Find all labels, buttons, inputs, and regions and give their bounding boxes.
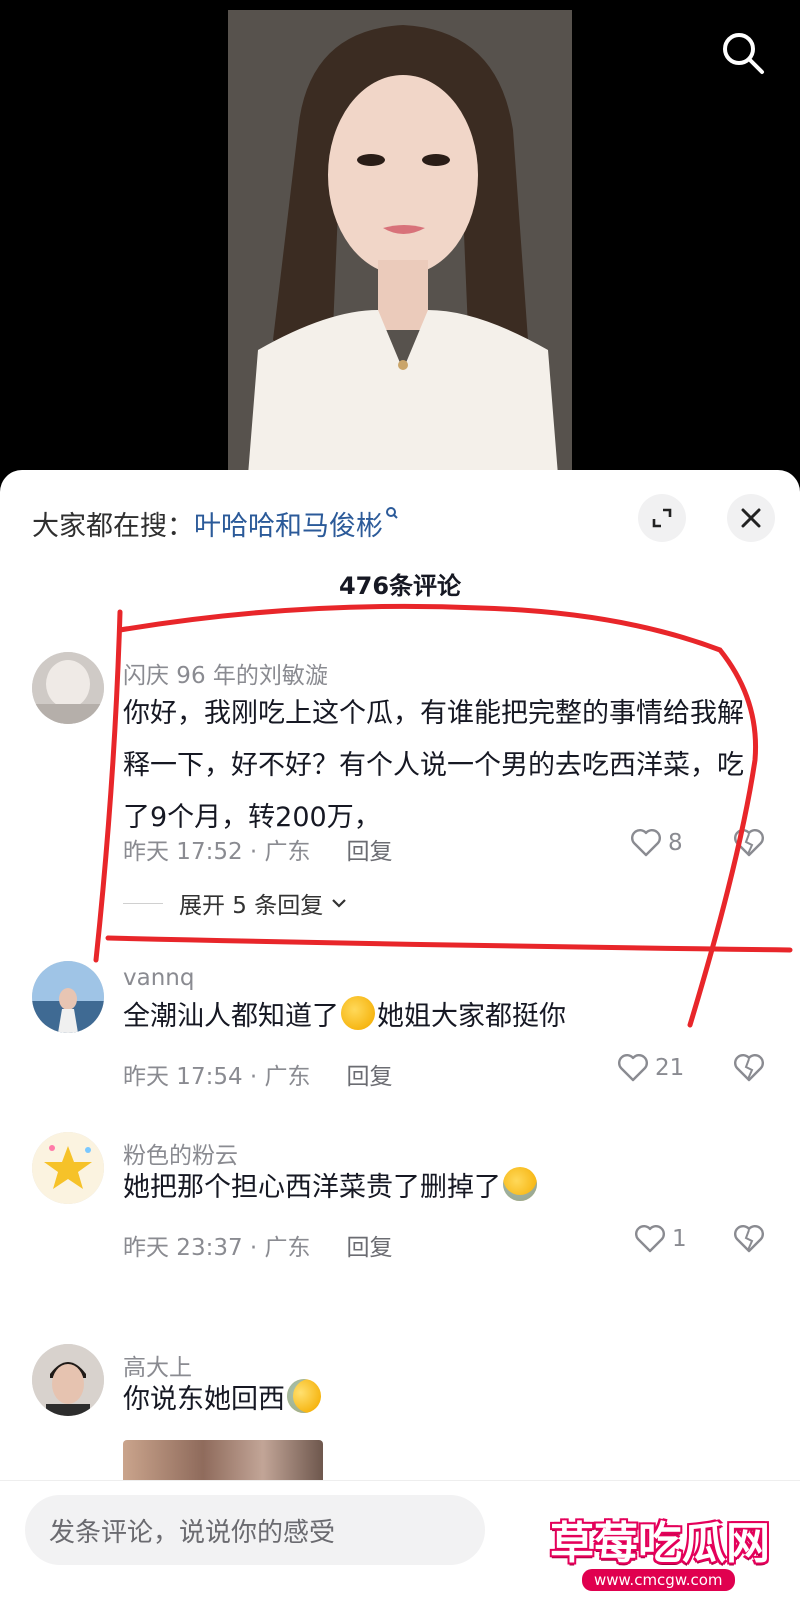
avatar[interactable] [32,961,104,1033]
comment-input-placeholder: 发条评论，说说你的感受 [49,1517,336,1548]
dislike-button[interactable] [733,1224,765,1258]
expand-divider [123,902,163,904]
video-player[interactable] [0,0,800,480]
search-icon [723,33,764,74]
comment-count: 476条评论 [338,572,462,600]
comment-text-part: 全潮汕人都知道了 [123,1001,339,1032]
reply-button[interactable]: 回复 [347,839,393,865]
heart-icon [618,1054,648,1082]
avatar[interactable] [32,1132,104,1204]
hot-search-icon [386,507,398,519]
watermark-title: 草莓吃瓜网 [550,1518,770,1569]
comment-text: 全潮汕人都知道了 她姐大家都挺你 [123,991,763,1043]
reply-button[interactable]: 回复 [347,1235,393,1261]
reply-button[interactable]: 回复 [347,1064,393,1090]
watermark-logo: 草莓吃瓜网 www.cmcgw.com [520,1495,790,1605]
like-count: 1 [672,1226,687,1252]
avatar-image [32,961,104,1033]
chevron-down-icon [332,899,347,908]
like-button[interactable]: 8 [630,828,683,858]
comment-meta: 昨天 17:52 · 广东 回复 [123,832,393,866]
sheet-header: 大家都在搜：叶哈哈和马俊彬 [0,470,800,550]
avatar[interactable] [32,652,104,724]
close-button[interactable] [727,494,775,542]
expand-replies-button[interactable]: 展开 5 条回复 [123,886,349,920]
like-button[interactable]: 21 [617,1053,684,1083]
like-count: 21 [655,1055,685,1081]
hot-search-term[interactable]: 叶哈哈和马俊彬 [194,511,383,542]
search-button[interactable] [718,28,768,78]
hot-search-label: 大家都在搜： [32,511,194,542]
comment-time: 昨天 17:54 · 广东 [123,1064,311,1090]
expand-icon [652,508,672,528]
comment-text-part: 她把那个担心西洋菜贵了删掉了 [123,1172,501,1203]
video-portrait-image [228,10,572,475]
comment-username[interactable]: vannq [123,965,194,991]
avatar-image [32,652,104,724]
comment-time: 昨天 17:52 · 广东 [123,839,311,865]
expand-replies-label: 展开 5 条回复 [179,893,324,919]
heart-icon [631,829,661,857]
comment-text: 你说东她回西 [123,1374,763,1426]
like-button[interactable]: 1 [634,1224,687,1254]
video-frame [228,10,572,475]
expand-button[interactable] [638,494,686,542]
broken-heart-icon [734,829,764,857]
close-icon [741,508,761,528]
avatar[interactable] [32,1344,104,1416]
dislike-button[interactable] [733,1053,765,1087]
comment-sheet: 大家都在搜：叶哈哈和马俊彬 476条评论 闪庆 96 年的刘敏漩 你好，我刚吃上… [0,470,800,1615]
hot-search-bar[interactable]: 大家都在搜：叶哈哈和马俊彬 [32,504,399,543]
broken-heart-icon [734,1225,764,1253]
comment-text: 你好，我刚吃上这个瓜，有谁能把完整的事情给我解释一下，好不好？有个人说一个男的去… [123,698,744,833]
thinking-emoji-icon [341,996,375,1030]
crying-emoji-icon [287,1379,321,1413]
comment-text: 她把那个担心西洋菜贵了删掉了 [123,1162,763,1214]
comment-text-part: 你说东她回西 [123,1384,285,1415]
comment-meta: 昨天 23:37 · 广东 回复 [123,1228,393,1262]
comment-text-part: 她姐大家都挺你 [377,1001,566,1032]
avatar-image [32,1132,104,1204]
laughing-tears-emoji-icon [503,1167,537,1201]
heart-icon [635,1225,665,1253]
avatar-image [32,1344,104,1416]
comment-meta: 昨天 17:54 · 广东 回复 [123,1057,393,1091]
comment-input[interactable]: 发条评论，说说你的感受 [25,1495,485,1565]
broken-heart-icon [734,1054,764,1082]
comment-username[interactable]: 闪庆 96 年的刘敏漩 [123,656,328,690]
comment-time: 昨天 23:37 · 广东 [123,1235,311,1261]
watermark-url: www.cmcgw.com [582,1569,735,1591]
dislike-button[interactable] [733,828,765,862]
like-count: 8 [668,830,683,856]
